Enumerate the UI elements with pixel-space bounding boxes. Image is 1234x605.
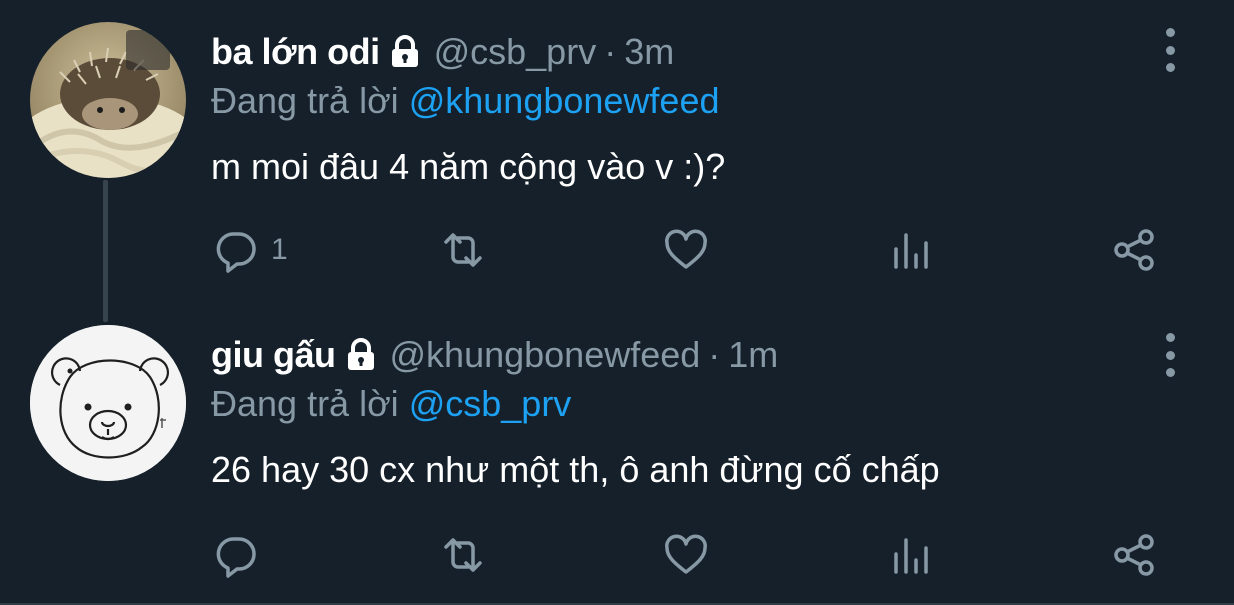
tweet-text: m moi đâu 4 năm cộng vào v :)? bbox=[211, 146, 726, 187]
share-button[interactable] bbox=[1112, 225, 1158, 275]
hedgehog-photo-icon bbox=[30, 22, 186, 178]
reply-icon bbox=[216, 537, 256, 578]
analytics-button[interactable] bbox=[888, 225, 934, 275]
action-bar bbox=[0, 530, 1234, 580]
retweet-button[interactable] bbox=[440, 225, 486, 275]
like-button[interactable] bbox=[663, 225, 709, 275]
retweet-icon bbox=[444, 233, 482, 267]
replying-to-label: Đang trả lời bbox=[211, 80, 399, 121]
avatar[interactable] bbox=[30, 325, 186, 481]
display-name[interactable]: ba lớn odi bbox=[211, 31, 380, 73]
reply-button[interactable]: 1 bbox=[213, 225, 288, 275]
replying-to: Đang trả lời @csb_prv bbox=[211, 383, 571, 425]
username[interactable]: @csb_prv bbox=[434, 31, 597, 73]
like-button[interactable] bbox=[663, 530, 709, 580]
display-name[interactable]: giu gấu bbox=[211, 334, 336, 376]
more-options-icon[interactable] bbox=[1156, 333, 1184, 377]
replying-to-label: Đang trả lời bbox=[211, 383, 399, 424]
separator-dot: · bbox=[604, 31, 617, 72]
tweet-text: 26 hay 30 cx như một th, ô anh đừng cố c… bbox=[211, 449, 940, 490]
action-bar: 1 bbox=[0, 225, 1234, 275]
avatar[interactable] bbox=[30, 22, 186, 178]
tweet[interactable]: giu gấu @khungbonewfeed · 1m Đang trả lờ… bbox=[0, 305, 1234, 605]
tweet-header: ba lớn odi @csb_prv · 3m bbox=[211, 28, 674, 76]
reply-count: 1 bbox=[271, 233, 288, 266]
mention-link[interactable]: @csb_prv bbox=[409, 383, 572, 424]
timestamp[interactable]: 1m bbox=[728, 334, 778, 376]
analytics-button[interactable] bbox=[888, 530, 934, 580]
bear-drawing-icon bbox=[30, 325, 186, 481]
bar-chart-icon bbox=[894, 233, 928, 269]
tweet[interactable]: ba lớn odi @csb_prv · 3m Đang trả lời @k… bbox=[0, 0, 1234, 300]
lock-icon bbox=[388, 35, 422, 69]
mention-link[interactable]: @khungbonewfeed bbox=[409, 80, 720, 121]
share-icon bbox=[1114, 229, 1154, 271]
heart-icon bbox=[665, 534, 707, 574]
lock-icon bbox=[344, 338, 378, 372]
retweet-button[interactable] bbox=[440, 530, 486, 580]
username[interactable]: @khungbonewfeed bbox=[390, 334, 701, 376]
heart-icon bbox=[665, 229, 707, 269]
share-button[interactable] bbox=[1112, 530, 1158, 580]
retweet-icon bbox=[444, 538, 482, 572]
reply-icon bbox=[216, 232, 256, 273]
separator-dot: · bbox=[708, 334, 721, 375]
tweet-header: giu gấu @khungbonewfeed · 1m bbox=[211, 331, 778, 379]
reply-button[interactable] bbox=[213, 530, 271, 580]
bar-chart-icon bbox=[894, 538, 928, 574]
timestamp[interactable]: 3m bbox=[624, 31, 674, 73]
replying-to: Đang trả lời @khungbonewfeed bbox=[211, 80, 719, 122]
share-icon bbox=[1114, 534, 1154, 576]
more-options-icon[interactable] bbox=[1156, 28, 1184, 72]
